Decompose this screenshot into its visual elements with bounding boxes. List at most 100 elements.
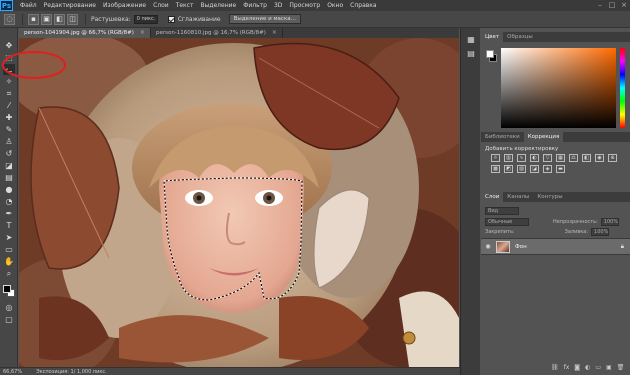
new-group-icon[interactable]: ▭ <box>595 364 601 371</box>
menu-bar: Ps Файл Редактирование Изображение Слои … <box>0 0 630 11</box>
tab-paths[interactable]: Контуры <box>533 192 566 202</box>
intersect-selection-icon[interactable]: ◫ <box>67 13 78 25</box>
gradient-tool-icon[interactable]: ▤ <box>3 172 15 183</box>
visibility-eye-icon[interactable]: ◉ <box>483 243 493 250</box>
vibrance-icon[interactable]: ▽ <box>543 154 552 162</box>
new-selection-icon[interactable]: ▪ <box>28 13 39 25</box>
lasso-preset-icon[interactable]: ◌ <box>4 13 15 25</box>
levels-icon[interactable]: ▥ <box>504 154 513 162</box>
quick-mask-icon[interactable]: ◎ <box>3 302 15 313</box>
layer-row-background[interactable]: ◉ Фон 🔒︎ <box>481 238 630 255</box>
photoshop-window: Ps Файл Редактирование Изображение Слои … <box>0 0 630 375</box>
menu-type[interactable]: Текст <box>176 2 194 9</box>
threshold-icon[interactable]: ◪ <box>530 165 539 173</box>
tab-document-2[interactable]: person-1160810.jpg @ 16,7% (RGB/8#) × <box>151 28 283 38</box>
select-and-mask-button[interactable]: Выделение и маска... <box>228 14 301 24</box>
opacity-label: Непрозрачность: <box>553 219 598 225</box>
minimize-button[interactable]: – <box>594 0 606 11</box>
menu-select[interactable]: Выделение <box>200 2 236 9</box>
posterize-icon[interactable]: ▨ <box>517 165 526 173</box>
path-selection-tool-icon[interactable]: ➤ <box>3 232 15 243</box>
foreground-color-swatch[interactable] <box>3 285 11 293</box>
tab-swatches[interactable]: Образцы <box>503 32 537 42</box>
type-tool-icon[interactable]: T <box>3 220 15 231</box>
lock-label: Закрепить: <box>485 229 515 235</box>
eyedropper-tool-icon[interactable]: ⁄ <box>3 100 15 111</box>
tab-adjustments[interactable]: Коррекция <box>523 132 564 142</box>
black-white-icon[interactable]: ◧ <box>582 154 591 162</box>
layer-name[interactable]: Фон <box>515 244 527 250</box>
maximize-button[interactable]: □ <box>606 0 618 11</box>
panel-dock: ▦ ▤ <box>460 28 480 375</box>
new-adjustment-layer-icon[interactable]: ◐ <box>585 364 590 371</box>
add-selection-icon[interactable]: ▣ <box>41 13 52 25</box>
document-tabs: person-1041904.jpg @ 66,7% (RGB/8#) × pe… <box>19 28 459 38</box>
menu-window[interactable]: Окно <box>327 2 343 9</box>
brightness-contrast-icon[interactable]: ☼ <box>491 154 500 162</box>
close-tab-icon[interactable]: × <box>272 28 277 38</box>
hue-saturation-icon[interactable]: ▦ <box>556 154 565 162</box>
opacity-input[interactable]: 100% <box>600 218 619 226</box>
menu-edit[interactable]: Редактирование <box>44 2 96 9</box>
feather-label: Растушевка: <box>91 15 131 23</box>
color-balance-icon[interactable]: ⚖ <box>569 154 578 162</box>
eraser-tool-icon[interactable]: ◪ <box>3 160 15 171</box>
document-canvas[interactable] <box>19 38 459 367</box>
tab-layers[interactable]: Слои <box>481 192 504 202</box>
brush-tool-icon[interactable]: ✎ <box>3 124 15 135</box>
healing-brush-tool-icon[interactable]: ✚ <box>3 112 15 123</box>
tab-color[interactable]: Цвет <box>481 32 504 42</box>
add-mask-icon[interactable]: ◙ <box>574 364 580 371</box>
properties-panel-icon[interactable]: ▤ <box>465 48 477 59</box>
subtract-selection-icon[interactable]: ◧ <box>54 13 65 25</box>
menu-layers[interactable]: Слои <box>153 2 169 9</box>
tab-channels[interactable]: Каналы <box>503 192 533 202</box>
tab-document-1[interactable]: person-1041904.jpg @ 66,7% (RGB/8#) × <box>19 28 151 38</box>
color-lookup-icon[interactable]: ▩ <box>491 165 500 173</box>
dodge-tool-icon[interactable]: ◔ <box>3 196 15 207</box>
crop-tool-icon[interactable]: ⌗ <box>3 88 15 99</box>
menu-help[interactable]: Справка <box>350 2 376 9</box>
history-brush-tool-icon[interactable]: ↺ <box>3 148 15 159</box>
delete-layer-icon[interactable]: 🗑︎ <box>617 364 625 371</box>
zoom-tool-icon[interactable]: ⌕ <box>3 268 15 279</box>
shape-tool-icon[interactable]: ▭ <box>3 244 15 255</box>
menu-3d[interactable]: 3D <box>274 2 282 9</box>
menu-filter[interactable]: Фильтр <box>243 2 267 9</box>
menu-image[interactable]: Изображение <box>103 2 146 9</box>
tab-label: person-1041904.jpg @ 66,7% (RGB/8#) <box>24 30 134 36</box>
hue-slider[interactable] <box>620 48 625 128</box>
layer-style-icon[interactable]: fx <box>564 364 570 371</box>
options-bar: ◌ ▪ ▣ ◧ ◫ Растушевка: 0 пикс. Сглаживани… <box>0 11 630 28</box>
invert-icon[interactable]: ◩ <box>504 165 513 173</box>
gradient-map-icon[interactable]: ▬ <box>556 165 565 173</box>
color-picker-field[interactable] <box>501 48 616 128</box>
menu-view[interactable]: Просмотр <box>289 2 320 9</box>
blur-tool-icon[interactable]: ● <box>3 184 15 195</box>
close-window-button[interactable]: × <box>618 0 630 11</box>
hand-tool-icon[interactable]: ✋ <box>3 256 15 267</box>
screen-mode-icon[interactable]: ▢ <box>3 314 15 325</box>
layer-kind-select[interactable]: Вид <box>485 207 519 215</box>
panel-foreground-swatch[interactable] <box>486 50 494 58</box>
feather-input[interactable]: 0 пикс. <box>133 14 158 24</box>
antialias-checkbox[interactable] <box>167 15 175 23</box>
link-layers-icon[interactable]: ⛓ <box>551 364 559 371</box>
new-layer-icon[interactable]: ▣ <box>606 364 612 371</box>
zoom-level[interactable]: 66,67% <box>3 369 22 375</box>
menu-file[interactable]: Файл <box>20 2 37 9</box>
clone-stamp-tool-icon[interactable]: ♙ <box>3 136 15 147</box>
blend-mode-select[interactable]: Обычные <box>485 218 529 226</box>
close-tab-icon[interactable]: × <box>140 28 145 38</box>
selective-color-icon[interactable]: ◈ <box>543 165 552 173</box>
pen-tool-icon[interactable]: ✒ <box>3 208 15 219</box>
photo-filter-icon[interactable]: ◉ <box>595 154 604 162</box>
status-bar: 66,67% Экспозиция: 1/ 1,000 пикс. <box>0 367 460 375</box>
curves-icon[interactable]: ∿ <box>517 154 526 162</box>
tab-libraries[interactable]: Библиотеки <box>481 132 524 142</box>
app-logo: Ps <box>0 0 13 11</box>
fill-input[interactable]: 100% <box>591 228 610 236</box>
history-panel-icon[interactable]: ▦ <box>465 34 477 45</box>
channel-mixer-icon[interactable]: ⊕ <box>608 154 617 162</box>
exposure-icon[interactable]: ◐ <box>530 154 539 162</box>
